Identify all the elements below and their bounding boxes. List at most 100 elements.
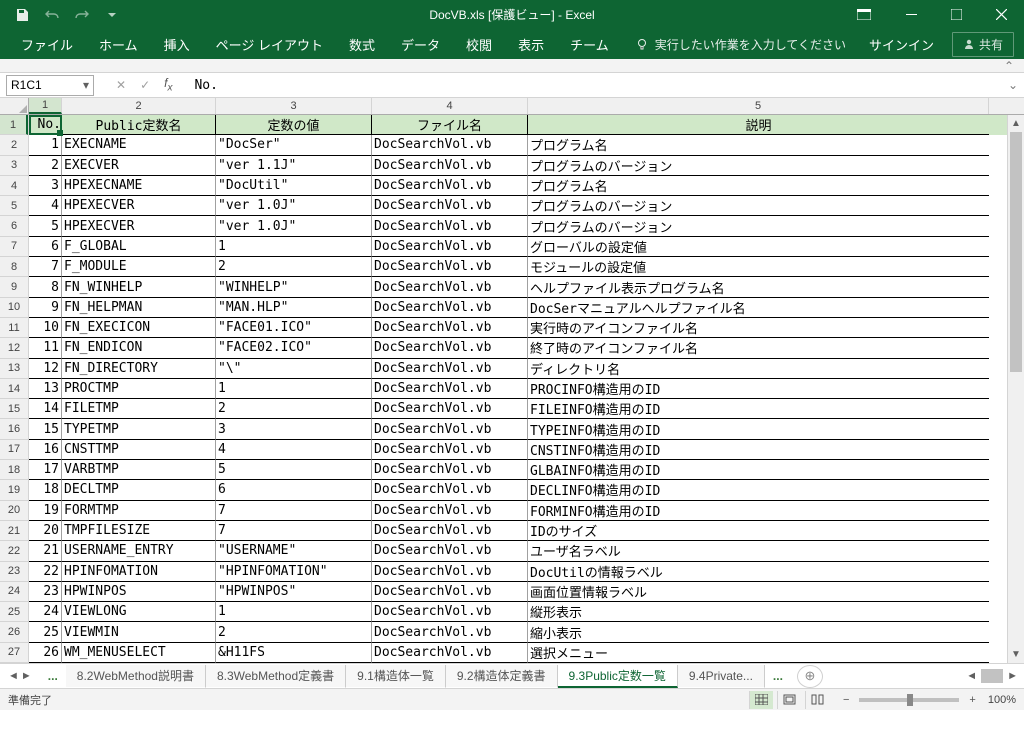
- cell[interactable]: 16: [29, 440, 62, 460]
- header-cell[interactable]: Public定数名: [62, 115, 216, 135]
- row-header[interactable]: 4: [0, 176, 28, 196]
- ribbon-display-icon[interactable]: [847, 0, 881, 29]
- cell[interactable]: F_MODULE: [62, 257, 216, 277]
- zoom-out-button[interactable]: −: [843, 694, 849, 706]
- zoom-slider[interactable]: [859, 698, 959, 702]
- cell[interactable]: DocSearchVol.vb: [372, 277, 528, 297]
- tab-page-layout[interactable]: ページ レイアウト: [203, 29, 336, 59]
- cell[interactable]: "HPWINPOS": [216, 582, 372, 602]
- cell[interactable]: プログラムのバージョン: [528, 216, 989, 236]
- cell[interactable]: "HPINFOMATION": [216, 562, 372, 582]
- tab-insert[interactable]: 挿入: [151, 29, 203, 59]
- cell[interactable]: 1: [216, 602, 372, 622]
- row-header[interactable]: 22: [0, 541, 28, 561]
- tab-more-right[interactable]: ...: [765, 669, 791, 683]
- cell[interactable]: FN_WINHELP: [62, 277, 216, 297]
- cell[interactable]: &H11FS: [216, 643, 372, 663]
- cell[interactable]: DocSearchVol.vb: [372, 419, 528, 439]
- cell[interactable]: FILETMP: [62, 399, 216, 419]
- cell[interactable]: EXECVER: [62, 156, 216, 176]
- cell[interactable]: 21: [29, 541, 62, 561]
- row-header[interactable]: 14: [0, 379, 28, 399]
- cell[interactable]: IDのサイズ: [528, 521, 989, 541]
- chevron-down-icon[interactable]: ▾: [83, 78, 89, 92]
- cell[interactable]: "WINHELP": [216, 277, 372, 297]
- cell[interactable]: DocSearchVol.vb: [372, 379, 528, 399]
- cell[interactable]: ヘルプファイル表示プログラム名: [528, 277, 989, 297]
- cell[interactable]: DocSearchVol.vb: [372, 562, 528, 582]
- tab-nav-prev-icon[interactable]: ◄: [8, 670, 19, 682]
- cell[interactable]: "\": [216, 359, 372, 379]
- cell[interactable]: 終了時のアイコンファイル名: [528, 338, 989, 358]
- cell[interactable]: 2: [216, 622, 372, 642]
- share-button[interactable]: 共有: [952, 32, 1014, 57]
- cell[interactable]: 25: [29, 622, 62, 642]
- cell[interactable]: DocSearchVol.vb: [372, 237, 528, 257]
- qat-customize-icon[interactable]: [100, 3, 124, 27]
- cell[interactable]: 15: [29, 419, 62, 439]
- cell[interactable]: 3: [29, 176, 62, 196]
- undo-icon[interactable]: [40, 3, 64, 27]
- cancel-formula-icon[interactable]: ✕: [116, 78, 126, 92]
- cell[interactable]: FORMTMP: [62, 501, 216, 521]
- cell[interactable]: DocSearchVol.vb: [372, 135, 528, 155]
- sheet-tab[interactable]: 9.4Private...: [678, 665, 765, 688]
- cell[interactable]: HPINFOMATION: [62, 562, 216, 582]
- add-sheet-button[interactable]: ⊕: [797, 665, 823, 688]
- cell[interactable]: 26: [29, 643, 62, 663]
- formula-input[interactable]: [190, 75, 1007, 96]
- row-header[interactable]: 26: [0, 622, 28, 642]
- cells-grid[interactable]: No. Public定数名 定数の値 ファイル名 説明 1EXECNAME"Do…: [29, 115, 1024, 663]
- cell[interactable]: CNSTTMP: [62, 440, 216, 460]
- cell[interactable]: 1: [216, 379, 372, 399]
- row-header[interactable]: 18: [0, 460, 28, 480]
- sheet-tab[interactable]: 9.1構造体一覧: [346, 665, 446, 688]
- cell[interactable]: FORMINFO構造用のID: [528, 501, 989, 521]
- cell[interactable]: DocSearchVol.vb: [372, 643, 528, 663]
- cell[interactable]: プログラム名: [528, 135, 989, 155]
- scroll-down-icon[interactable]: ▼: [1008, 646, 1024, 663]
- name-box[interactable]: R1C1 ▾: [6, 75, 94, 96]
- row-header[interactable]: 20: [0, 501, 28, 521]
- cell[interactable]: 4: [29, 196, 62, 216]
- cell[interactable]: 11: [29, 338, 62, 358]
- close-button[interactable]: [979, 0, 1024, 29]
- row-header[interactable]: 12: [0, 338, 28, 358]
- row-header[interactable]: 13: [0, 359, 28, 379]
- cell[interactable]: PROCTMP: [62, 379, 216, 399]
- cell[interactable]: DocSearchVol.vb: [372, 440, 528, 460]
- cell[interactable]: 実行時のアイコンファイル名: [528, 318, 989, 338]
- header-cell[interactable]: 説明: [528, 115, 989, 135]
- cell[interactable]: "FACE01.ICO": [216, 318, 372, 338]
- cell[interactable]: FILEINFO構造用のID: [528, 399, 989, 419]
- cell[interactable]: FN_ENDICON: [62, 338, 216, 358]
- tab-file[interactable]: ファイル: [8, 29, 86, 59]
- cell[interactable]: 12: [29, 359, 62, 379]
- cell[interactable]: 5: [216, 460, 372, 480]
- header-cell[interactable]: No.: [29, 115, 62, 135]
- row-header[interactable]: 24: [0, 582, 28, 602]
- row-header[interactable]: 2: [0, 135, 28, 155]
- cell[interactable]: DECLINFO構造用のID: [528, 480, 989, 500]
- cell[interactable]: 6: [29, 237, 62, 257]
- cell[interactable]: DocSearchVol.vb: [372, 216, 528, 236]
- cell[interactable]: DocSearchVol.vb: [372, 622, 528, 642]
- scroll-thumb[interactable]: [1010, 132, 1022, 372]
- cell[interactable]: プログラムのバージョン: [528, 156, 989, 176]
- sheet-tab[interactable]: 8.2WebMethod説明書: [66, 665, 206, 688]
- cell[interactable]: 23: [29, 582, 62, 602]
- cell[interactable]: DocSearchVol.vb: [372, 501, 528, 521]
- cell[interactable]: プログラム名: [528, 176, 989, 196]
- cell[interactable]: HPEXECNAME: [62, 176, 216, 196]
- sheet-tab[interactable]: 8.3WebMethod定義書: [206, 665, 346, 688]
- cell[interactable]: DocSearchVol.vb: [372, 602, 528, 622]
- row-header[interactable]: 9: [0, 277, 28, 297]
- cell[interactable]: 選択メニュー: [528, 643, 989, 663]
- tab-home[interactable]: ホーム: [86, 29, 151, 59]
- cell[interactable]: 1: [29, 135, 62, 155]
- header-cell[interactable]: ファイル名: [372, 115, 528, 135]
- tab-data[interactable]: データ: [388, 29, 453, 59]
- cell[interactable]: 13: [29, 379, 62, 399]
- cell[interactable]: TYPEINFO構造用のID: [528, 419, 989, 439]
- save-icon[interactable]: [10, 3, 34, 27]
